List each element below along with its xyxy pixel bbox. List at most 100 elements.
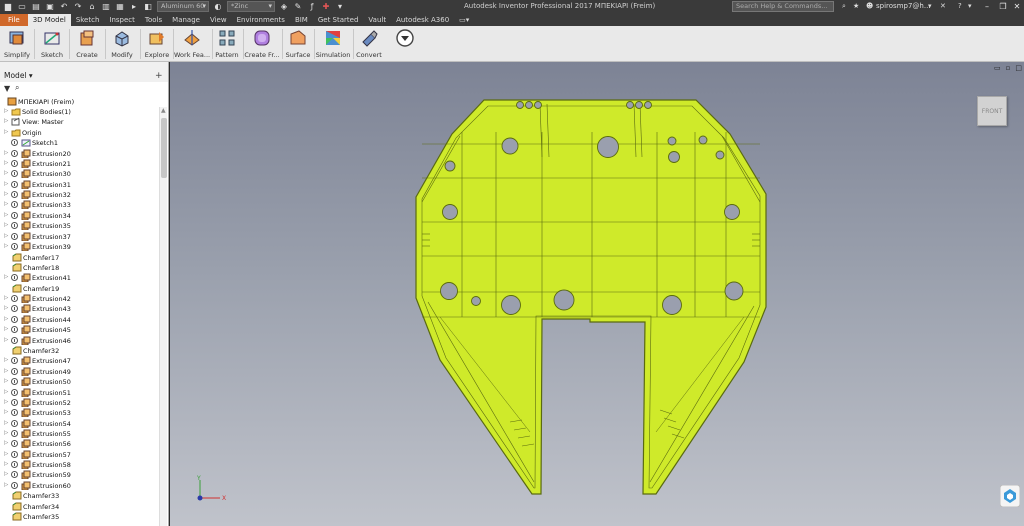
tree-node[interactable]: ▷ Extrusion45	[0, 325, 158, 335]
expand-arrow-icon[interactable]: ▷	[4, 118, 8, 124]
expand-arrow-icon[interactable]: ▷	[4, 160, 8, 166]
binoculars-icon[interactable]: ⌕	[842, 2, 846, 11]
tree-node[interactable]: ▷ Solid Bodies(1)	[0, 107, 158, 117]
expand-arrow-icon[interactable]: ▷	[4, 399, 8, 405]
help-dropdown-icon[interactable]: ▾	[968, 2, 972, 10]
tree-node[interactable]: ▷ Extrusion41	[0, 273, 158, 283]
tree-node[interactable]: ▷ Extrusion58	[0, 460, 158, 470]
appearance-combo[interactable]: *Zinc	[227, 1, 275, 12]
expand-arrow-icon[interactable]: ▷	[4, 316, 8, 322]
tree-node[interactable]: ▷ Extrusion30	[0, 169, 158, 179]
visibility-icon[interactable]	[11, 451, 18, 458]
expand-arrow-icon[interactable]: ▷	[4, 440, 8, 446]
tree-node[interactable]: Chamfer32	[0, 346, 158, 356]
visibility-icon[interactable]	[11, 233, 18, 240]
tree-node[interactable]: ▷ Extrusion51	[0, 388, 158, 398]
scroll-thumb[interactable]	[161, 118, 167, 178]
tab-vault[interactable]: Vault	[363, 14, 391, 26]
visibility-icon[interactable]	[11, 337, 18, 344]
navigation-bar-icon[interactable]	[1000, 485, 1020, 507]
tree-node[interactable]: ▷ Extrusion54	[0, 419, 158, 429]
tab-environments[interactable]: Environments	[232, 14, 290, 26]
save-icon[interactable]: ▣	[45, 2, 55, 12]
expand-arrow-icon[interactable]: ▷	[4, 233, 8, 239]
tab-file[interactable]: File	[0, 14, 28, 26]
tree-node[interactable]: ▷ Extrusion59	[0, 470, 158, 480]
visibility-icon[interactable]	[11, 316, 18, 323]
tree-node[interactable]: ▷ Extrusion49	[0, 367, 158, 377]
tree-node[interactable]: Chamfer17	[0, 253, 158, 263]
visibility-icon[interactable]	[11, 357, 18, 364]
add-browser-icon[interactable]: +	[155, 71, 163, 81]
graphics-viewport[interactable]: ▭ ▫ □ FRONT Y X	[170, 62, 1024, 526]
print-icon[interactable]: ▥	[101, 2, 111, 12]
ribbon-create-freeform-button[interactable]: Create Fr...	[244, 27, 280, 61]
ribbon-simulation-button[interactable]: Simulation	[315, 27, 351, 61]
tree-node[interactable]: ▷ Extrusion56	[0, 439, 158, 449]
visibility-icon[interactable]	[11, 201, 18, 208]
expand-arrow-icon[interactable]: ▷	[4, 108, 8, 114]
expand-arrow-icon[interactable]: ▷	[4, 451, 8, 457]
visibility-icon[interactable]	[11, 461, 18, 468]
tab-get-started[interactable]: Get Started	[313, 14, 364, 26]
project-icon[interactable]: ▦	[115, 2, 125, 12]
tree-node[interactable]: Sketch1	[0, 138, 158, 148]
visibility-icon[interactable]	[11, 399, 18, 406]
tree-node[interactable]: ▷ Extrusion42	[0, 294, 158, 304]
fx-icon[interactable]: ƒ	[307, 2, 317, 12]
expand-arrow-icon[interactable]: ▷	[4, 295, 8, 301]
expand-arrow-icon[interactable]: ▷	[4, 368, 8, 374]
tree-node[interactable]: ▷ View: Master	[0, 117, 158, 127]
visibility-icon[interactable]	[11, 378, 18, 385]
expand-arrow-icon[interactable]: ▷	[4, 170, 8, 176]
user-dropdown-icon[interactable]: ▾	[928, 2, 932, 10]
visibility-icon[interactable]	[11, 243, 18, 250]
visibility-icon[interactable]	[11, 191, 18, 198]
browser-title[interactable]: Model ▾	[4, 71, 33, 80]
filter-icon[interactable]: ▼	[4, 84, 10, 93]
visibility-icon[interactable]	[11, 368, 18, 375]
ribbon-explore-button[interactable]: Explore	[143, 27, 171, 61]
tree-node[interactable]: ▷ Extrusion20	[0, 149, 158, 159]
tree-node[interactable]: ▷ Extrusion34	[0, 211, 158, 221]
tab-3d-model[interactable]: 3D Model	[27, 14, 71, 26]
customize-qat-icon[interactable]: ▾	[335, 2, 345, 12]
ribbon-panel-expand-button[interactable]	[394, 27, 416, 61]
expand-arrow-icon[interactable]: ▷	[4, 357, 8, 363]
new-file-icon[interactable]: ▭	[17, 2, 27, 12]
expand-arrow-icon[interactable]: ▷	[4, 243, 8, 249]
expand-arrow-icon[interactable]: ▷	[4, 430, 8, 436]
user-name[interactable]: spirosmp7@h...	[876, 2, 931, 10]
exchange-icon[interactable]: ✕	[940, 2, 946, 10]
tree-node[interactable]: ▷ Extrusion60	[0, 481, 158, 491]
tab-inspect[interactable]: Inspect	[104, 14, 140, 26]
expand-arrow-icon[interactable]: ▷	[4, 389, 8, 395]
app-menu-icon[interactable]: ▆	[3, 2, 13, 12]
clear-appearance-icon[interactable]: ✎	[293, 2, 303, 12]
expand-arrow-icon[interactable]: ▷	[4, 461, 8, 467]
ribbon-surface-button[interactable]: Surface	[284, 27, 312, 61]
expand-arrow-icon[interactable]: ▷	[4, 409, 8, 415]
ribbon-pattern-button[interactable]: Pattern	[213, 27, 241, 61]
expand-arrow-icon[interactable]: ▷	[4, 420, 8, 426]
tab-view[interactable]: View	[205, 14, 232, 26]
tree-node[interactable]: Chamfer19	[0, 284, 158, 294]
expand-arrow-icon[interactable]: ▷	[4, 129, 8, 135]
expand-arrow-icon[interactable]: ▷	[4, 191, 8, 197]
visibility-icon[interactable]	[11, 420, 18, 427]
visibility-icon[interactable]	[11, 212, 18, 219]
part-model[interactable]	[170, 62, 1024, 526]
visibility-icon[interactable]	[11, 170, 18, 177]
tree-node[interactable]: Chamfer35	[0, 512, 158, 522]
tree-node[interactable]: ▷ Extrusion39	[0, 242, 158, 252]
tree-node[interactable]: ▷ Extrusion57	[0, 450, 158, 460]
tree-node[interactable]: ΜΠΕΚΙΑΡΙ (Freim)	[0, 97, 158, 107]
visibility-icon[interactable]	[11, 295, 18, 302]
tab-manage[interactable]: Manage	[167, 14, 205, 26]
ribbon-modify-button[interactable]: Modify	[106, 27, 138, 61]
favorites-icon[interactable]: ★	[853, 2, 859, 10]
help-button[interactable]: ?	[958, 2, 962, 10]
tree-node[interactable]: ▷ Extrusion43	[0, 304, 158, 314]
help-search-input[interactable]: Search Help & Commands...	[732, 1, 834, 12]
visibility-icon[interactable]	[11, 181, 18, 188]
